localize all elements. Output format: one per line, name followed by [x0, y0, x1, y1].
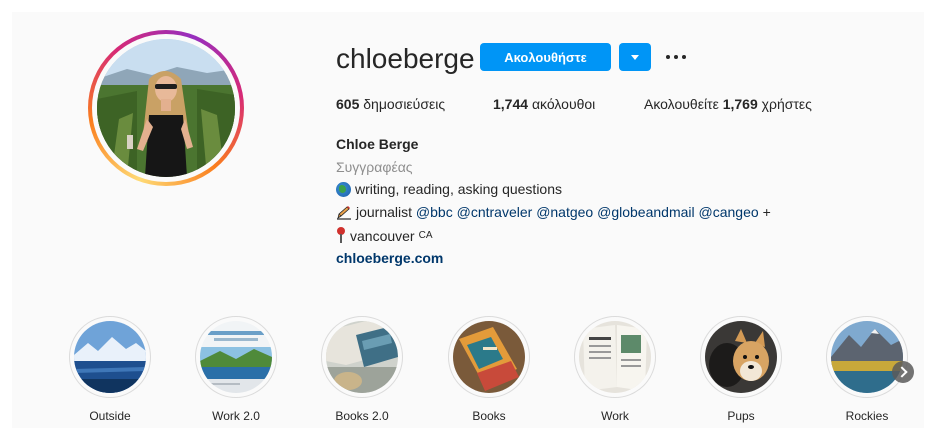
highlight-label: Outside: [89, 409, 131, 423]
highlight-books[interactable]: Books: [443, 316, 535, 424]
mention-globeandmail[interactable]: @globeandmail: [597, 204, 695, 220]
bio-line-location: vancouver CA: [336, 227, 433, 244]
highlight-cover: [326, 321, 398, 393]
mention-natgeo[interactable]: @natgeo: [536, 204, 593, 220]
highlight-pups[interactable]: Pups: [695, 316, 787, 424]
following-prefix: Ακολουθείτε: [644, 96, 719, 112]
chevron-down-icon: [631, 54, 639, 60]
highlight-label: Work 2.0: [212, 409, 260, 423]
highlight-cover: [200, 321, 272, 393]
highlight-ring: [574, 316, 656, 398]
followers-count: 1,744: [493, 96, 529, 112]
highlight-cover: [74, 321, 146, 393]
highlight-ring: [448, 316, 530, 398]
more-options-icon: [666, 55, 686, 59]
highlight-cover: [705, 321, 777, 393]
mention-cangeo[interactable]: @cangeo: [699, 204, 759, 220]
highlight-ring: [195, 316, 277, 398]
bio-full-name: Chloe Berge: [336, 136, 419, 152]
highlight-books-2[interactable]: Books 2.0: [316, 316, 408, 424]
highlight-label: Work: [601, 409, 629, 423]
highlight-work[interactable]: Work: [569, 316, 661, 424]
posts-count: 605: [336, 96, 360, 112]
following-suffix: χρήστες: [761, 96, 812, 112]
highlight-label: Books 2.0: [335, 409, 389, 423]
follow-button[interactable]: Ακολουθήστε: [480, 43, 611, 71]
bio-location: vancouver: [350, 227, 415, 244]
bio-line-text: writing, reading, asking questions: [355, 181, 563, 197]
highlight-cover: [453, 321, 525, 393]
bio-location-flag: CA: [418, 230, 433, 241]
following-count: 1,769: [722, 96, 758, 112]
bio-line-journalist: journalist @bbc @cntraveler @natgeo @glo…: [336, 204, 771, 220]
pin-icon: [336, 227, 346, 244]
mention-cntraveler[interactable]: @cntraveler: [457, 204, 533, 220]
bio-line-interests: writing, reading, asking questions: [336, 181, 562, 197]
highlight-work-2[interactable]: Work 2.0: [190, 316, 282, 424]
avatar-photo: [97, 39, 235, 177]
bio-website-link[interactable]: chloeberge.com: [336, 250, 443, 266]
highlight-label: Books: [472, 409, 506, 423]
suggested-dropdown-button[interactable]: [619, 43, 651, 71]
globe-icon: [336, 181, 351, 197]
chevron-right-icon: [896, 366, 908, 378]
more-options-button[interactable]: [662, 46, 690, 68]
avatar[interactable]: [97, 39, 235, 177]
following-stat[interactable]: Ακολουθείτε 1,769 χρήστες: [644, 96, 812, 112]
highlight-ring: [321, 316, 403, 398]
pen-writing-icon: [337, 205, 351, 220]
highlight-ring: [69, 316, 151, 398]
highlights-next-button[interactable]: [892, 361, 914, 383]
highlight-ring: [700, 316, 782, 398]
highlight-label: Pups: [727, 409, 755, 423]
avatar-story-ring[interactable]: [88, 30, 244, 186]
highlight-cover: [831, 321, 903, 393]
highlight-ring: [826, 316, 908, 398]
bio-line-suffix: +: [762, 204, 771, 220]
username: chloeberge: [336, 43, 475, 74]
posts-label: δημοσιεύσεις: [363, 96, 446, 112]
followers-stat[interactable]: 1,744 ακόλουθοι: [493, 96, 595, 112]
highlight-outside[interactable]: Outside: [64, 316, 156, 424]
followers-label: ακόλουθοι: [531, 96, 596, 112]
bio-journalist-label: journalist: [356, 204, 413, 220]
bio-category: Συγγραφέας: [336, 159, 413, 175]
posts-stat: 605 δημοσιεύσεις: [336, 96, 445, 112]
highlight-label: Rockies: [845, 409, 889, 423]
highlight-cover: [579, 321, 651, 393]
mention-bbc[interactable]: @bbc: [416, 204, 453, 220]
